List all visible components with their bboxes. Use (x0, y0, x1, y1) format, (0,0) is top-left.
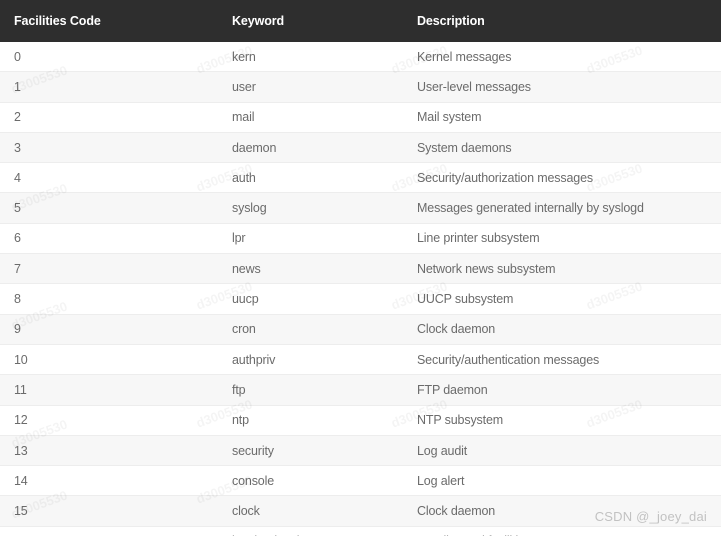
cell-description: UUCP subsystem (403, 283, 721, 315)
table-row[interactable]: 0 kern Kernel messages (0, 42, 721, 73)
cell-keyword: user (218, 71, 403, 103)
cell-code: 9 (0, 314, 218, 345)
cell-code: 1 (0, 71, 218, 103)
table-row[interactable]: 7 news Network news subsystem (0, 253, 721, 285)
cell-keyword: ntp (218, 405, 403, 436)
table-row[interactable]: 2 mail Mail system (0, 102, 721, 133)
cell-description: Line printer subsystem (403, 223, 721, 255)
cell-keyword: auth (218, 162, 403, 194)
cell-code: 2 (0, 102, 218, 133)
cell-description: Security/authentication messages (403, 344, 721, 376)
cell-code: 5 (0, 192, 218, 224)
table-row[interactable]: 3 daemon System daemons (0, 132, 721, 164)
table-row[interactable]: 16-23local0 - local7Locally used facilit… (0, 526, 721, 536)
table-row[interactable]: 9 cron Clock daemon (0, 314, 721, 345)
cell-description: Messages generated internally by syslogd (403, 192, 721, 224)
cell-description: FTP daemon (403, 374, 721, 406)
cell-description: Log alert (403, 465, 721, 497)
cell-keyword: authpriv (218, 344, 403, 376)
cell-code: 4 (0, 162, 218, 194)
cell-description: Locally used facilities (403, 526, 721, 536)
table-header-row: Facilities Code Keyword Description (0, 0, 721, 42)
cell-description: User-level messages (403, 71, 721, 103)
cell-code: 14 (0, 465, 218, 497)
table-row[interactable]: 14 console Log alert (0, 465, 721, 497)
cell-keyword: cron (218, 314, 403, 345)
cell-code: 3 (0, 132, 218, 164)
cell-code: 16-23 (0, 526, 218, 536)
cell-keyword: console (218, 465, 403, 497)
facilities-table-container: Facilities Code Keyword Description 0 ker… (0, 0, 721, 536)
cell-keyword: news (218, 253, 403, 285)
cell-keyword: mail (218, 102, 403, 133)
cell-keyword: security (218, 435, 403, 467)
cell-code: 11 (0, 374, 218, 406)
facilities-table: Facilities Code Keyword Description 0 ker… (0, 0, 721, 536)
cell-keyword: clock (218, 495, 403, 527)
cell-description: Security/authorization messages (403, 162, 721, 194)
cell-keyword: uucp (218, 283, 403, 315)
cell-description: Log audit (403, 435, 721, 467)
table-body: 0 kern Kernel messages 1 user User-level mess… (0, 42, 721, 536)
table-row[interactable]: 11 ftp FTP daemon (0, 374, 721, 406)
cell-description: System daemons (403, 132, 721, 164)
table-row[interactable]: 4 auth Security/authorization messages (0, 162, 721, 194)
table-row[interactable]: 8 uucp UUCP subsystem (0, 283, 721, 315)
table-row[interactable]: 12 ntp NTP subsystem (0, 405, 721, 436)
cell-code: 12 (0, 405, 218, 436)
cell-code: 15 (0, 495, 218, 527)
table-row[interactable]: 6 lpr Line printer subsystem (0, 223, 721, 255)
cell-code: 0 (0, 42, 218, 73)
table-row[interactable]: 10 authpriv Security/authentication messag… (0, 344, 721, 376)
cell-description: NTP subsystem (403, 405, 721, 436)
cell-code: 10 (0, 344, 218, 376)
cell-description: Network news subsystem (403, 253, 721, 285)
cell-description: Kernel messages (403, 42, 721, 73)
cell-keyword: ftp (218, 374, 403, 406)
cell-keyword: lpr (218, 223, 403, 255)
cell-description: Mail system (403, 102, 721, 133)
cell-keyword: syslog (218, 192, 403, 224)
table-row[interactable]: 15 clock Clock daemon (0, 495, 721, 527)
column-header-description[interactable]: Description (403, 0, 721, 42)
cell-code: 13 (0, 435, 218, 467)
cell-description: Clock daemon (403, 314, 721, 345)
cell-code: 7 (0, 253, 218, 285)
cell-code: 6 (0, 223, 218, 255)
table-header: Facilities Code Keyword Description (0, 0, 721, 42)
cell-description: Clock daemon (403, 495, 721, 527)
table-row[interactable]: 5 syslog Messages generated internally by … (0, 192, 721, 224)
cell-keyword: kern (218, 42, 403, 73)
cell-code: 8 (0, 283, 218, 315)
table-row[interactable]: 1 user User-level messages (0, 71, 721, 103)
column-header-facilities-code[interactable]: Facilities Code (0, 0, 218, 42)
cell-keyword: daemon (218, 132, 403, 164)
cell-keyword: local0 - local7 (218, 526, 403, 536)
table-row[interactable]: 13 security Log audit (0, 435, 721, 467)
column-header-keyword[interactable]: Keyword (218, 0, 403, 42)
